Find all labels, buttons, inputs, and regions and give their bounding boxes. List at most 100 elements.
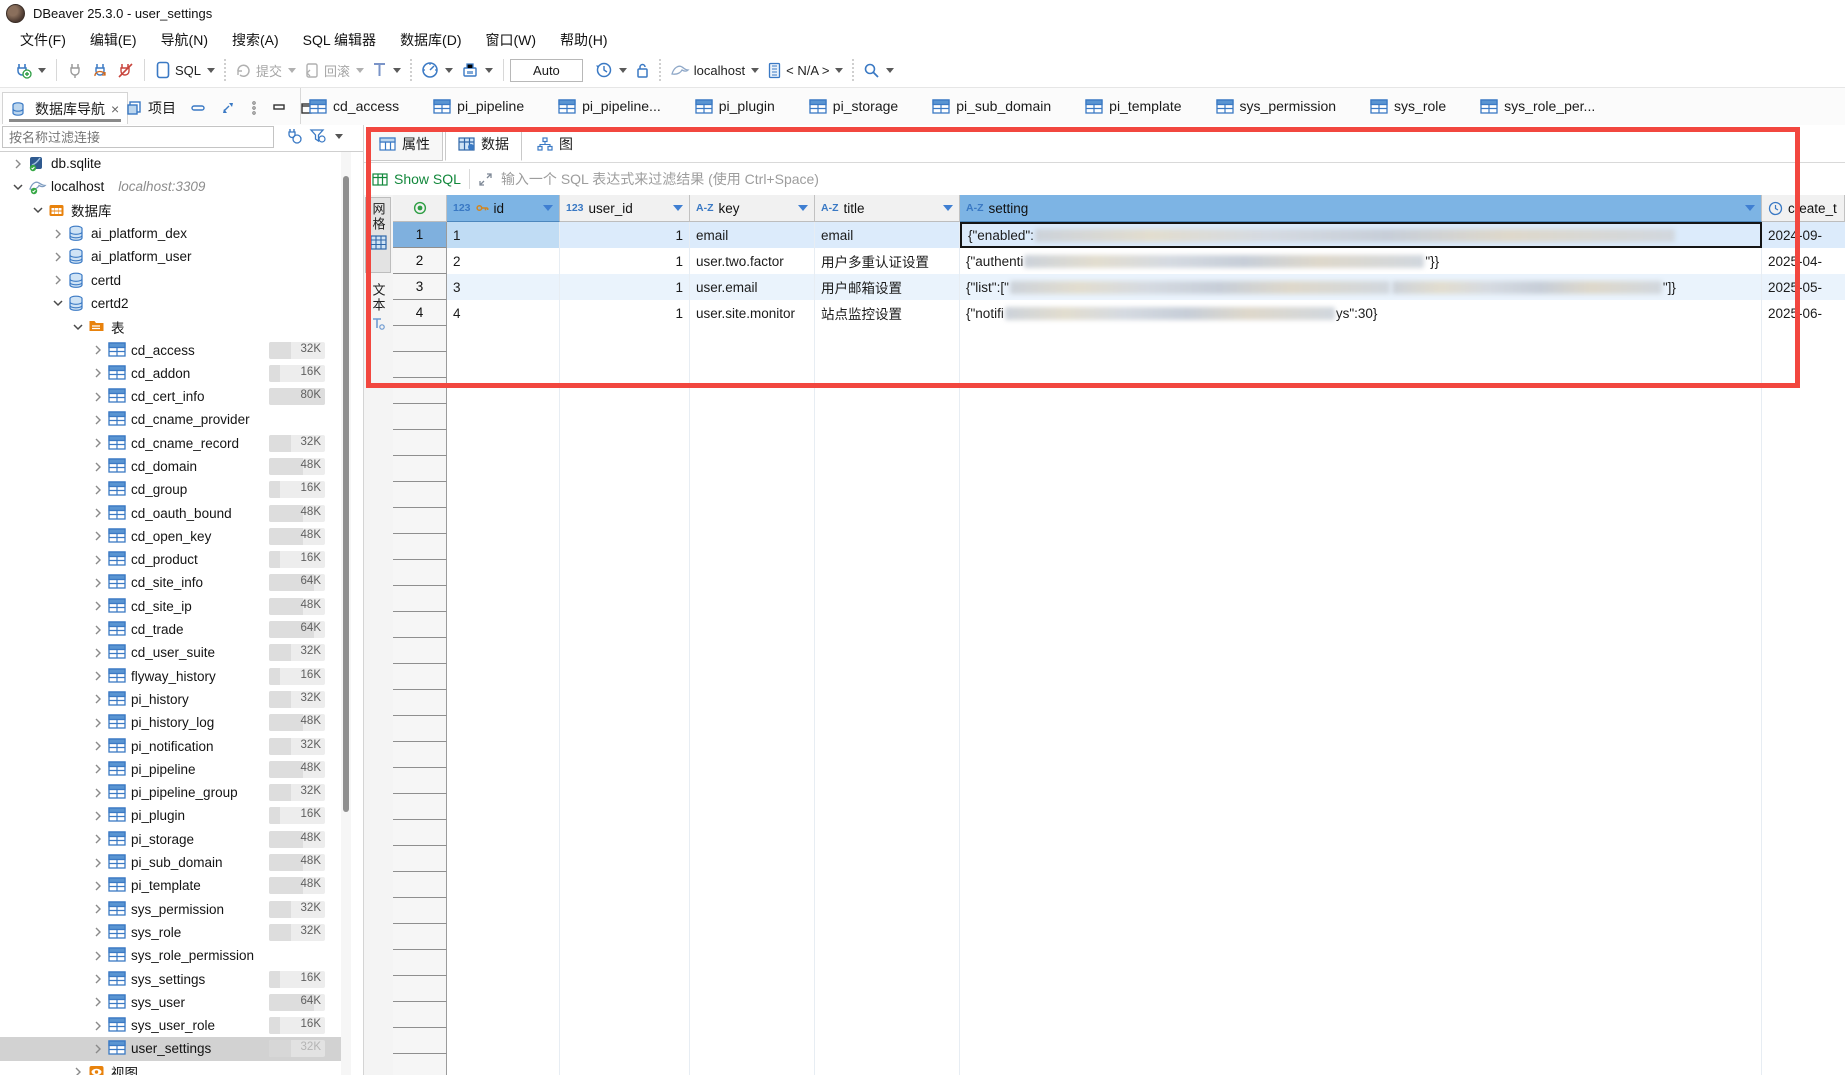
cell-user-id[interactable]: 1 <box>560 274 690 300</box>
cell-setting[interactable]: {"list":[""]} <box>960 274 1762 300</box>
row-number[interactable]: 1 <box>393 222 447 248</box>
tree-item-sys_permission[interactable]: sys_permission32K <box>0 898 351 921</box>
cell-key[interactable]: email <box>690 222 815 248</box>
cell-title[interactable]: 用户多重认证设置 <box>815 248 960 274</box>
row-number[interactable]: 2 <box>393 248 447 274</box>
chevron-right-icon[interactable] <box>92 833 104 845</box>
cell-key[interactable]: user.two.factor <box>690 248 815 274</box>
chevron-right-icon[interactable] <box>52 274 64 286</box>
menu-item-1[interactable]: 编辑(E) <box>80 27 147 53</box>
table-row[interactable]: 331user.email用户邮箱设置{"list":[""]}2025-05- <box>393 274 1845 300</box>
column-filter-arrow-icon[interactable] <box>798 205 808 211</box>
chevron-right-icon[interactable] <box>92 903 104 915</box>
tree-item-pi_storage[interactable]: pi_storage48K <box>0 828 351 851</box>
chevron-down-icon[interactable] <box>52 297 64 309</box>
cell-user-id[interactable]: 1 <box>560 248 690 274</box>
chevron-right-icon[interactable] <box>72 1066 84 1075</box>
chevron-right-icon[interactable] <box>92 880 104 892</box>
tree-item-cd_domain[interactable]: cd_domain48K <box>0 455 351 478</box>
tab-project[interactable]: 项目 <box>118 92 184 124</box>
tree-item-cd_access[interactable]: cd_access32K <box>0 338 351 361</box>
output-button[interactable] <box>458 58 496 82</box>
chevron-right-icon[interactable] <box>92 717 104 729</box>
tree-item-[interactable]: 表 <box>0 315 351 338</box>
tree-item-flyway_history[interactable]: flyway_history16K <box>0 665 351 688</box>
tree-item-cd_cert_info[interactable]: cd_cert_info80K <box>0 385 351 408</box>
cell-key[interactable]: user.email <box>690 274 815 300</box>
chevron-right-icon[interactable] <box>92 530 104 542</box>
chevron-right-icon[interactable] <box>92 647 104 659</box>
filter-funnel-icon[interactable] <box>309 127 327 145</box>
tree-item-cd_group[interactable]: cd_group16K <box>0 478 351 501</box>
collapse-all-icon[interactable] <box>190 101 206 115</box>
editor-tab-sys_role[interactable]: sys_role <box>1370 98 1446 114</box>
connection-plug-filter-icon[interactable] <box>285 127 303 145</box>
tree-item-user_settings[interactable]: user_settings32K <box>0 1037 351 1060</box>
chevron-right-icon[interactable] <box>92 670 104 682</box>
cell-id[interactable]: 4 <box>447 300 560 326</box>
editor-tab-sys_role_per[interactable]: sys_role_per... <box>1480 98 1595 114</box>
tab-data[interactable]: 数据 <box>445 127 522 161</box>
tree-item-cd_oauth_bound[interactable]: cd_oauth_bound48K <box>0 501 351 524</box>
disconnect-icon[interactable] <box>114 59 137 82</box>
minimize-icon[interactable] <box>272 102 286 114</box>
tree-item-cd_site_ip[interactable]: cd_site_ip48K <box>0 595 351 618</box>
menu-item-7[interactable]: 帮助(H) <box>550 27 617 53</box>
tree-item-ai_platform_dex[interactable]: ai_platform_dex <box>0 222 351 245</box>
cell-create-time[interactable]: 2025-05- <box>1762 274 1845 300</box>
tree-item-cd_trade[interactable]: cd_trade64K <box>0 618 351 641</box>
editor-tab-pi_plugin[interactable]: pi_plugin <box>695 98 775 114</box>
tree-item-certd2[interactable]: certd2 <box>0 292 351 315</box>
link-with-editor-icon[interactable] <box>220 100 236 116</box>
column-filter-arrow-icon[interactable] <box>543 205 553 211</box>
tree-item-[interactable]: 数据库 <box>0 199 351 222</box>
chevron-right-icon[interactable] <box>92 600 104 612</box>
chevron-right-icon[interactable] <box>52 228 64 240</box>
tree-item-pi_pipeline[interactable]: pi_pipeline48K <box>0 758 351 781</box>
chevron-right-icon[interactable] <box>52 251 64 263</box>
chevron-right-icon[interactable] <box>92 484 104 496</box>
cell-id[interactable]: 1 <box>447 222 560 248</box>
connect-icon[interactable] <box>64 59 87 82</box>
cell-user-id[interactable]: 1 <box>560 222 690 248</box>
column-filter-arrow-icon[interactable] <box>673 205 683 211</box>
tree-item-sys_user[interactable]: sys_user64K <box>0 991 351 1014</box>
tree-item-sys_settings[interactable]: sys_settings16K <box>0 967 351 990</box>
chevron-right-icon[interactable] <box>92 857 104 869</box>
tree-item-cd_user_suite[interactable]: cd_user_suite32K <box>0 641 351 664</box>
tab-properties[interactable]: 属性 <box>366 127 443 161</box>
tree-item-pi_notification[interactable]: pi_notification32K <box>0 734 351 757</box>
editor-tab-cd_access[interactable]: cd_access <box>309 98 399 114</box>
chevron-right-icon[interactable] <box>92 461 104 473</box>
tree-item-pi_history_log[interactable]: pi_history_log48K <box>0 711 351 734</box>
sql-editor-button[interactable]: SQL <box>152 58 218 82</box>
editor-tab-pi_pipeline[interactable]: pi_pipeline... <box>558 98 661 114</box>
transaction-mode-button[interactable] <box>369 59 404 82</box>
tree-item-sys_role[interactable]: sys_role32K <box>0 921 351 944</box>
tree-item-pi_template[interactable]: pi_template48K <box>0 874 351 897</box>
editor-tab-pi_template[interactable]: pi_template <box>1085 98 1181 114</box>
active-database-select[interactable]: < N/A > <box>764 59 846 82</box>
tree-item-pi_plugin[interactable]: pi_plugin16K <box>0 804 351 827</box>
tree-item-sys_role_permission[interactable]: sys_role_permission <box>0 944 351 967</box>
refresh-button[interactable] <box>592 58 630 82</box>
chevron-right-icon[interactable] <box>92 391 104 403</box>
table-row[interactable]: 221user.two.factor用户多重认证设置{"authenti"}}2… <box>393 248 1845 274</box>
tree-item-[interactable]: 视图 <box>0 1061 351 1075</box>
menu-item-0[interactable]: 文件(F) <box>10 27 76 53</box>
row-number[interactable]: 4 <box>393 300 447 326</box>
menu-item-3[interactable]: 搜索(A) <box>222 27 289 53</box>
chevron-right-icon[interactable] <box>92 414 104 426</box>
chevron-right-icon[interactable] <box>92 996 104 1008</box>
chevron-right-icon[interactable] <box>92 926 104 938</box>
row-number[interactable]: 3 <box>393 274 447 300</box>
reconnect-icon[interactable] <box>89 59 112 82</box>
chevron-right-icon[interactable] <box>92 973 104 985</box>
lock-icon[interactable] <box>632 59 653 82</box>
show-sql-button[interactable]: Show SQL <box>372 171 461 187</box>
cell-setting[interactable]: {"authenti"}} <box>960 248 1762 274</box>
cell-setting[interactable]: {"enabled": <box>960 222 1762 248</box>
tree-item-cd_addon[interactable]: cd_addon16K <box>0 362 351 385</box>
search-button[interactable] <box>860 59 897 82</box>
tree-item-pi_pipeline_group[interactable]: pi_pipeline_group32K <box>0 781 351 804</box>
